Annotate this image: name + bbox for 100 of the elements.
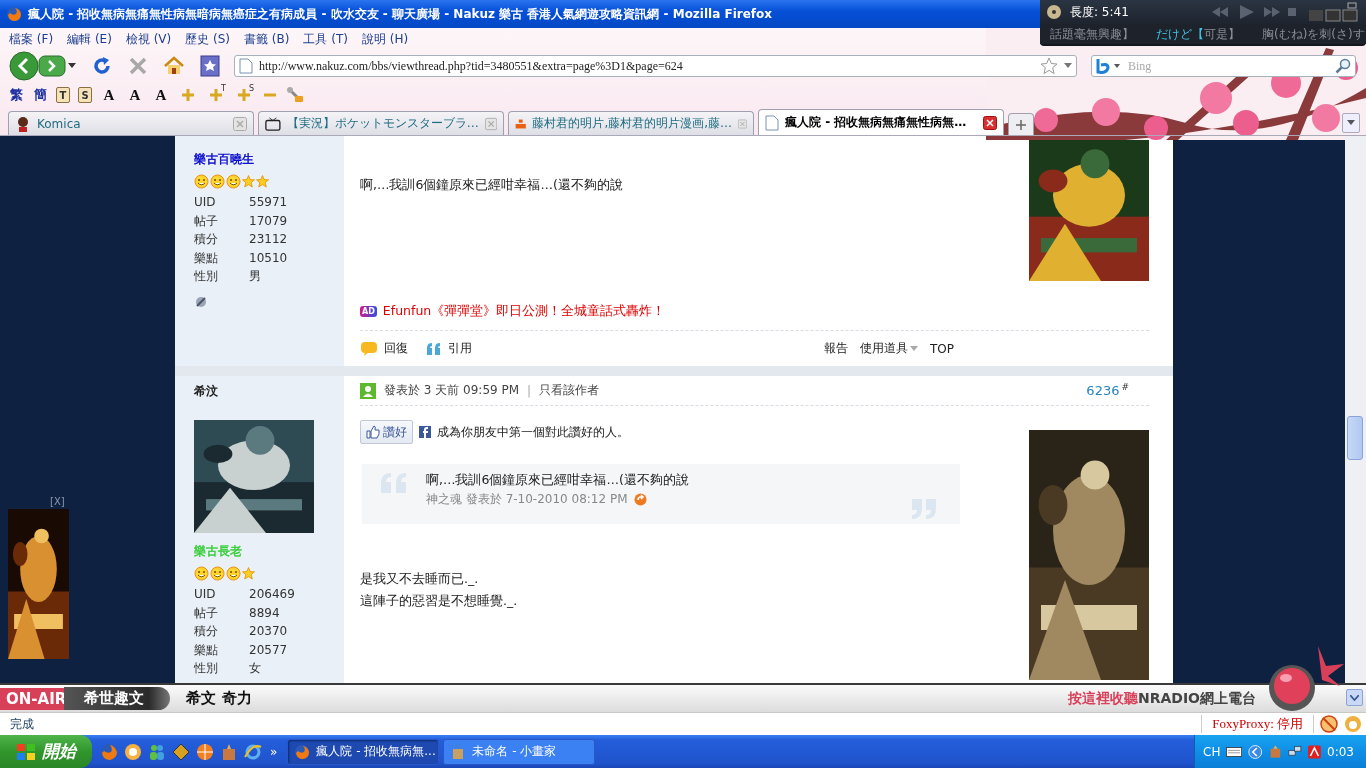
post-text: 是我又不去睡而已._. (360, 570, 480, 588)
taskbar-button[interactable]: 瘋人院 - 招收無病無... (287, 738, 440, 765)
username[interactable]: 希汶 (194, 382, 218, 400)
quote-button[interactable]: 引用 (426, 340, 472, 357)
stat-value: 女 (249, 660, 262, 677)
script-convert-button[interactable]: 簡 (32, 86, 48, 104)
messenger-icon[interactable] (124, 742, 142, 761)
plus-icon (180, 87, 196, 103)
menu-item[interactable]: 書籤 (B) (237, 30, 297, 48)
menu-item[interactable]: 歷史 (S) (178, 30, 238, 48)
scrollbar[interactable] (1345, 136, 1366, 683)
radio-link[interactable]: 按這裡收聽NRADIO網上電台 (1067, 689, 1256, 708)
proxy-status[interactable]: FoxyProxy: 停用 (1201, 715, 1314, 733)
radio-ball-icon[interactable] (1266, 646, 1346, 712)
smiley-icon (210, 174, 225, 189)
diamond-icon[interactable] (172, 742, 190, 761)
history-dropdown[interactable] (68, 63, 76, 69)
post-text: 這陣子的惡習是不想睡覺._. (360, 592, 519, 610)
stop-button[interactable] (128, 56, 148, 76)
blocked-icon[interactable] (1320, 715, 1338, 733)
floor-number[interactable]: 6236 (1086, 383, 1120, 398)
stat-label: 樂點 (194, 641, 219, 659)
caret-icon (68, 63, 76, 69)
thumbs-up-icon (366, 425, 380, 439)
browser-icon[interactable] (244, 742, 262, 761)
stat-label: 樂點 (194, 249, 219, 267)
reload-button[interactable] (92, 56, 112, 76)
browser-tab[interactable]: 藤村君的明片,藤村君的明片漫画,藤… (508, 111, 754, 135)
address-bar[interactable]: http://www.nakuz.com/bbs/viewthread.php?tid=3480551&extra=page%3D1&page=624 (234, 55, 1077, 77)
author-only-link[interactable]: 只看該作者 (539, 382, 600, 399)
stat-value: 10510 (249, 249, 289, 267)
tv-icon (265, 115, 281, 132)
stat-label: 積分 (194, 231, 219, 248)
page-icon (239, 58, 253, 74)
antivirus-icon[interactable] (1308, 743, 1322, 760)
stat-label: UID (194, 586, 217, 603)
clipboard-button[interactable]: S (78, 87, 92, 103)
window-title: 瘋人院 - 招收無病無痛無性病無暗病無癌症之有病成員 - 吹水交友 - 聊天廣場 - Nakuz 樂古 香港人氣網遊攻略資訊網 - Mozilla Firefox (28, 5, 773, 23)
browser-tab[interactable]: Komica (8, 111, 254, 135)
browser-tab[interactable]: 瘋人院 - 招收無病無痛無性病無… (758, 109, 1004, 135)
font-size-button[interactable]: A (126, 86, 144, 104)
taskbar-button[interactable]: 未命名 - 小畫家 (443, 738, 596, 765)
start-button[interactable]: 開始 (0, 735, 92, 768)
ball-icon[interactable] (196, 742, 214, 761)
clipboard-button[interactable]: T (56, 87, 70, 103)
add-button[interactable]: S (234, 86, 254, 104)
stat-label: UID (194, 194, 217, 211)
menu-item[interactable]: 工具 (T) (296, 30, 355, 48)
stat-value: 206469 (249, 586, 296, 603)
ad-link[interactable]: Efunfun《彈彈堂》即日公測！全城童話式轟炸！ (382, 303, 666, 320)
stat-value: 8894 (249, 604, 281, 622)
quote-meta: 神之魂 發表於 7-10-2010 08:12 PM (426, 491, 628, 508)
smiley-icon (226, 174, 241, 189)
close-ad-link[interactable]: [X] (50, 496, 175, 507)
smiley-icon (226, 566, 241, 581)
paint-icon[interactable] (220, 742, 238, 761)
browser-tab[interactable]: 【実況】ポケットモンスターブラ… (258, 111, 504, 135)
jump-icon[interactable] (633, 493, 647, 506)
like-button[interactable]: 讚好 (360, 420, 413, 444)
window-controls-drawing[interactable] (1308, 2, 1360, 22)
keyboard-icon[interactable] (1226, 745, 1243, 758)
add-button[interactable]: T (206, 86, 226, 104)
wrench-icon (286, 86, 304, 104)
font-size-button[interactable]: A (100, 86, 118, 104)
menu-item[interactable]: 說明 (H) (355, 30, 416, 48)
wrench-button[interactable] (286, 86, 304, 104)
reload-icon (92, 56, 112, 76)
firefox-icon[interactable] (100, 742, 118, 761)
people-icon[interactable] (148, 742, 166, 761)
stat-value: 20370 (249, 623, 289, 640)
report-link[interactable]: 報告 (824, 340, 848, 357)
clock: 0:03 (1327, 744, 1354, 759)
user-icon (360, 382, 376, 399)
post-time: 發表於 3 天前 09:59 PM (384, 382, 520, 399)
url-text: http://www.nakuz.com/bbs/viewthread.php?tid=3480551&extra=page%3D1&page=624 (259, 58, 684, 74)
reply-button[interactable]: 回復 (360, 340, 408, 357)
menu-item[interactable]: 檢視 (V) (118, 30, 179, 48)
speech-bubble-icon (360, 340, 378, 357)
star-icon (242, 175, 255, 188)
stat-value: 17079 (249, 212, 289, 230)
top-link[interactable]: TOP (930, 341, 954, 356)
stat-value: 男 (249, 268, 262, 285)
disc-icon (1046, 4, 1062, 20)
star-icon (256, 175, 269, 188)
forward-button[interactable] (38, 55, 66, 77)
scroll-down-button[interactable] (1346, 689, 1363, 706)
script-convert-button[interactable]: 繁 (8, 86, 24, 104)
more-icons-button[interactable]: » (270, 744, 278, 759)
tools-menu[interactable]: 使用道具 (860, 340, 918, 357)
expand-tray-icon[interactable] (1248, 742, 1263, 761)
back-button[interactable] (8, 51, 40, 81)
menu-item[interactable]: 檔案 (F) (2, 30, 61, 48)
duration-label: 長度: 5:41 (1070, 3, 1129, 21)
smiley-icon (194, 566, 209, 581)
home-button[interactable] (164, 56, 184, 76)
back-icon (8, 51, 40, 81)
bookmarks-button[interactable] (200, 55, 220, 77)
caret-icon (910, 345, 918, 352)
menu-item[interactable]: 編輯 (E) (60, 30, 119, 48)
font-size-button[interactable]: A (152, 86, 170, 104)
